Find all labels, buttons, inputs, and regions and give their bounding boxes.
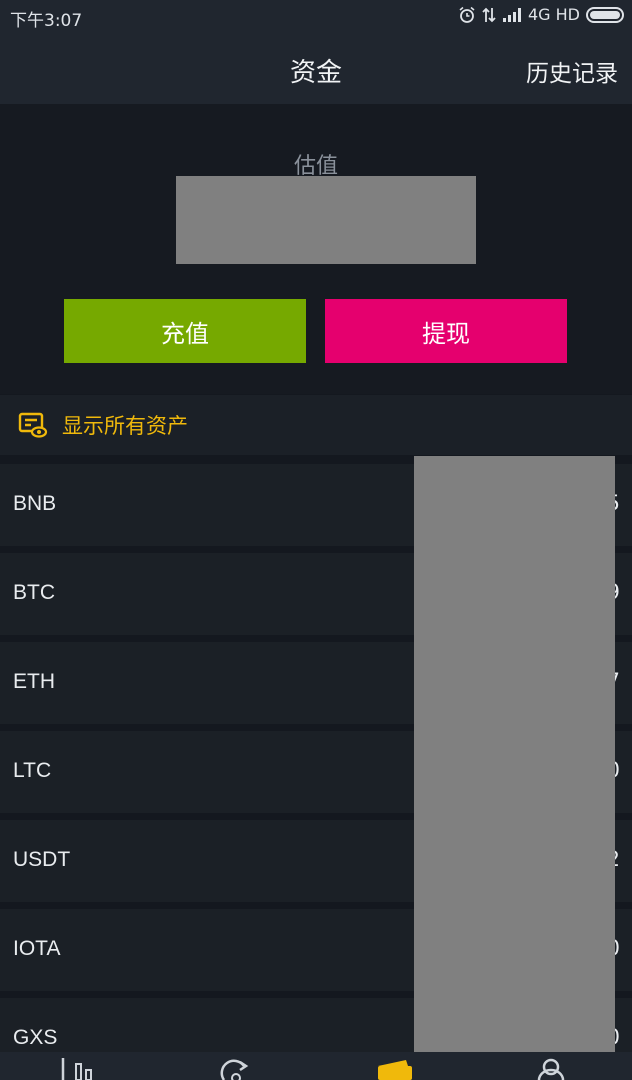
- history-link[interactable]: 历史记录: [526, 54, 618, 88]
- asset-symbol: USDT: [13, 848, 71, 871]
- show-all-assets-label: 显示所有资产: [62, 414, 188, 438]
- bottom-tab-bar: [0, 1052, 632, 1080]
- markets-icon[interactable]: [60, 1058, 96, 1080]
- withdraw-button[interactable]: 提现: [325, 299, 567, 363]
- wallet-eye-icon: [18, 412, 48, 438]
- network-label: 4G HD: [527, 5, 580, 24]
- asset-symbol: IOTA: [13, 937, 61, 960]
- asset-symbol: GXS: [13, 1026, 58, 1049]
- balances-redacted: [414, 456, 615, 1052]
- battery-icon: [586, 6, 624, 23]
- status-icons: 4G HD: [458, 5, 624, 24]
- estimate-value-redacted: [176, 176, 476, 264]
- account-icon[interactable]: [536, 1058, 568, 1080]
- asset-symbol: BNB: [13, 492, 57, 515]
- status-bar: 下午3:07 4G HD: [0, 0, 632, 34]
- alarm-icon: [459, 6, 475, 23]
- status-time: 下午3:07: [10, 11, 83, 31]
- asset-symbol: BTC: [13, 581, 55, 604]
- signal-icon: [502, 7, 521, 22]
- trade-icon[interactable]: [218, 1058, 254, 1080]
- asset-symbol: ETH: [13, 670, 55, 693]
- funds-summary: 估值 充值 提现: [0, 104, 632, 394]
- show-all-assets-toggle[interactable]: 显示所有资产: [0, 395, 632, 455]
- funds-icon[interactable]: [376, 1058, 414, 1080]
- nav-bar: 资金 历史记录: [0, 34, 632, 104]
- asset-symbol: LTC: [13, 759, 52, 782]
- deposit-button[interactable]: 充值: [64, 299, 306, 363]
- data-arrows-icon: [482, 7, 496, 22]
